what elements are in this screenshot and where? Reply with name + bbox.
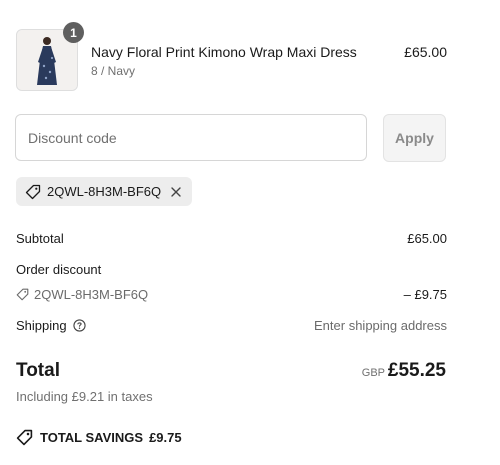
close-icon[interactable]: [170, 186, 182, 198]
tag-icon: [16, 288, 29, 301]
quantity-badge: 1: [63, 22, 84, 43]
order-discount-code-row: 2QWL-8H3M-BF6Q: [16, 287, 148, 302]
total-currency: GBP: [361, 367, 385, 379]
subtotal-label: Subtotal: [16, 231, 64, 246]
discount-code-input[interactable]: [15, 114, 367, 161]
info-icon[interactable]: [72, 319, 86, 332]
subtotal-value: £65.00: [407, 231, 447, 246]
order-discount-value: – £9.75: [403, 287, 447, 302]
applied-discount-chip: 2QWL-8H3M-BF6Q: [16, 177, 192, 206]
product-price: £65.00: [404, 44, 447, 60]
applied-discount-code: 2QWL-8H3M-BF6Q: [47, 184, 162, 199]
price-tag-icon: [16, 429, 33, 446]
shipping-label: Shipping: [16, 318, 67, 333]
total-label: Total: [16, 360, 60, 381]
tax-note: Including £9.21 in taxes: [16, 389, 153, 404]
shipping-value: Enter shipping address: [314, 318, 447, 333]
total-savings-label: TOTAL SAVINGS: [40, 430, 144, 445]
shipping-label-row: Shipping: [16, 318, 86, 333]
order-discount-code: 2QWL-8H3M-BF6Q: [34, 287, 149, 302]
product-variant: 8 / Navy: [91, 64, 136, 78]
order-discount-label: Order discount: [16, 262, 102, 277]
total-amount: £55.25: [387, 360, 446, 381]
product-name: Navy Floral Print Kimono Wrap Maxi Dress: [91, 44, 357, 60]
total-savings-amount: £9.75: [149, 430, 182, 445]
apply-discount-button[interactable]: Apply: [383, 114, 446, 162]
total-savings: TOTAL SAVINGS £9.75: [16, 429, 182, 446]
tag-icon: [25, 184, 41, 199]
